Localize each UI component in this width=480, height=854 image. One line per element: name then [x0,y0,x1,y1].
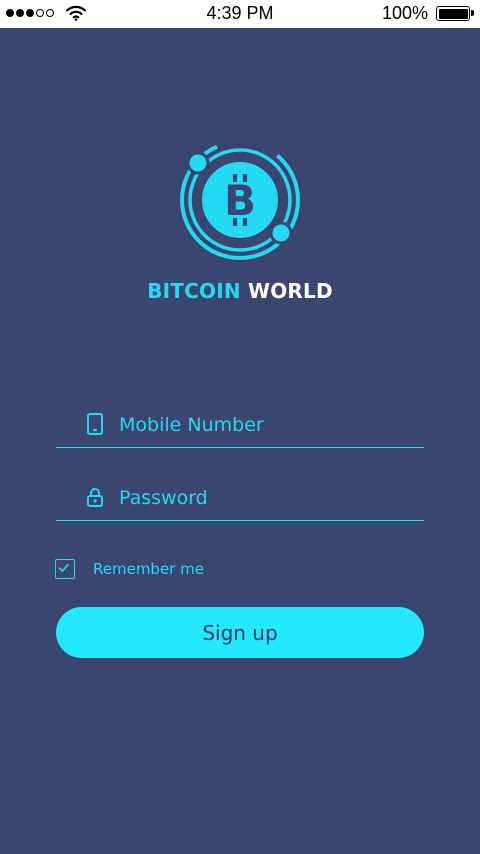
password-input[interactable] [119,478,409,518]
password-field[interactable] [56,476,424,521]
remember-me-checkbox[interactable] [55,559,75,579]
battery-percent: 100% [381,3,428,23]
remember-me[interactable]: Remember me [55,559,204,579]
battery-icon [436,6,474,21]
mobile-number-input[interactable] [119,405,409,445]
sign-up-button[interactable]: Sign up [56,607,424,658]
brand-name-part2: WORLD [247,279,333,303]
brand-title: BITCOIN WORLD [0,279,480,303]
mobile-number-field[interactable] [56,403,424,448]
status-bar: 4:39 PM 100% [0,0,480,28]
bitcoin-orbit-icon: B [180,140,300,260]
phone-icon [87,413,103,435]
bitcoin-glyph: B [224,176,256,225]
checkmark-icon [58,563,69,573]
remember-me-label: Remember me [93,560,204,578]
lock-icon [87,488,103,507]
brand-name-part1: BITCOIN [147,279,241,303]
